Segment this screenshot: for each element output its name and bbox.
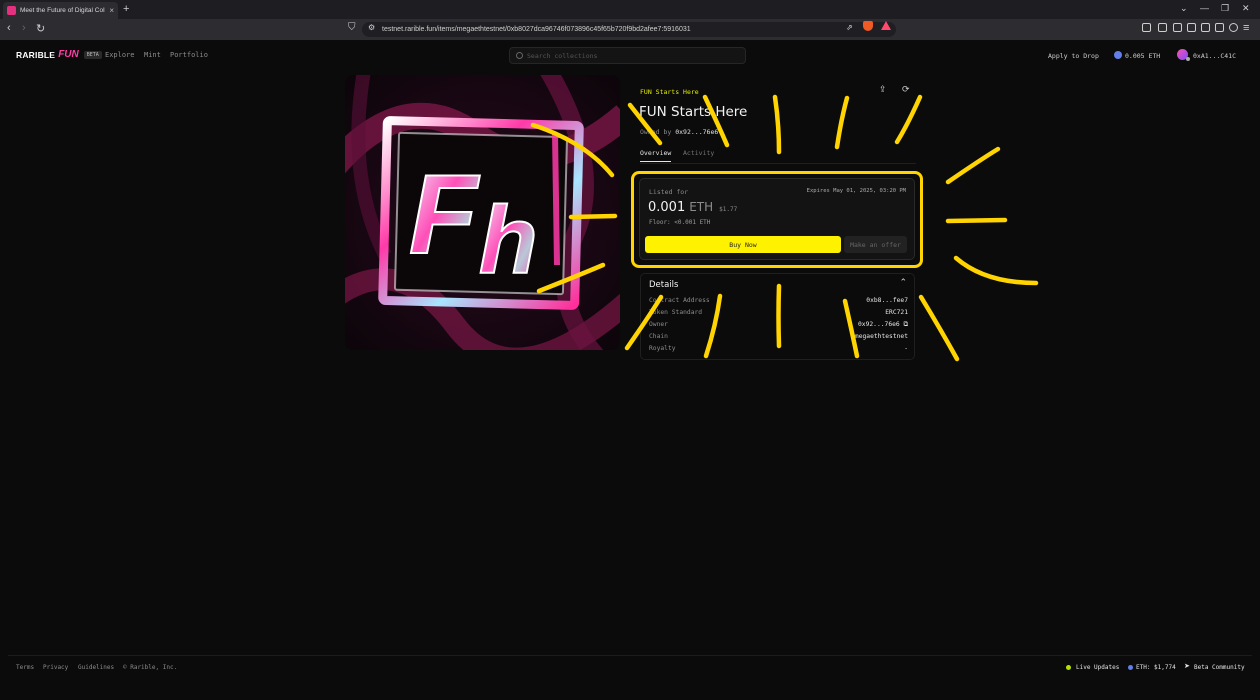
footer-terms[interactable]: Terms <box>16 664 34 671</box>
footer-privacy[interactable]: Privacy <box>43 664 68 671</box>
footer-copyright: © Rarible, Inc. <box>123 664 178 671</box>
annotation-rays <box>530 94 1039 362</box>
beta-community-link[interactable]: Beta Community <box>1194 664 1245 671</box>
live-status-dot <box>1066 665 1071 670</box>
footer-guidelines[interactable]: Guidelines <box>78 664 114 671</box>
footer: Terms Privacy Guidelines © Rarible, Inc.… <box>8 655 1252 677</box>
telegram-icon: ➤ <box>1184 662 1190 670</box>
eth-icon <box>1128 665 1133 670</box>
eth-price: ETH: $1,774 <box>1136 664 1176 671</box>
live-updates[interactable]: Live Updates <box>1076 664 1119 671</box>
